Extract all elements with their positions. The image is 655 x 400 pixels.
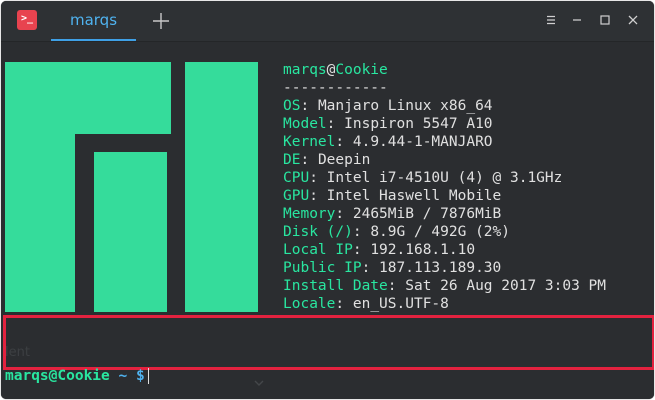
info-value: en_US.UTF-8 — [352, 296, 449, 312]
info-key: DE — [283, 152, 301, 168]
maximize-icon[interactable] — [597, 12, 613, 28]
info-row-cpu: CPU: Intel i7-4510U (4) @ 3.1GHz — [283, 170, 563, 186]
info-key: Local IP — [283, 242, 353, 258]
user-host-line: marqs@Cookie — [283, 61, 653, 79]
terminal-window: >_ marqs marqs@Cookie ------------ OS: M… — [1, 1, 654, 399]
info-key: Locale — [283, 296, 336, 312]
info-row-de: DE: Deepin — [283, 152, 371, 168]
info-value: Intel Haswell Mobile — [326, 188, 502, 204]
active-tab-indicator — [51, 39, 136, 41]
info-key: Disk (/) — [283, 224, 353, 240]
info-row-disk: Disk (/): 8.9G / 492G (2%) — [283, 224, 510, 240]
info-value: 187.113.189.30 — [379, 260, 502, 276]
info-row-public-ip: Public IP: 187.113.189.30 — [283, 260, 502, 276]
separator-line: ------------ — [283, 80, 388, 96]
info-value: Intel i7-4510U (4) @ 3.1GHz — [326, 170, 563, 186]
plus-icon[interactable] — [150, 10, 172, 32]
info-key: CPU — [283, 170, 310, 186]
prompt-user-host: marqs@Cookie — [5, 368, 110, 384]
info-key: Public IP — [283, 260, 362, 276]
info-row-memory: Memory: 2465MiB / 7876MiB — [283, 206, 502, 222]
info-row-model: Model: Inspiron 5547 A10 — [283, 116, 493, 132]
info-key: Install Date — [283, 278, 388, 294]
highlight-box — [3, 315, 654, 370]
tab-marqs[interactable]: marqs — [51, 1, 136, 41]
prompt-symbol: $ — [135, 368, 145, 384]
info-key: Memory — [283, 206, 336, 222]
manjaro-logo — [5, 62, 258, 312]
info-row-local-ip: Local IP: 192.168.1.10 — [283, 242, 476, 258]
minimize-icon[interactable] — [569, 12, 585, 28]
info-value: 4.9.44-1-MANJARO — [352, 134, 493, 150]
info-key: Kernel — [283, 134, 336, 150]
username: marqs — [283, 62, 327, 78]
tab-label: marqs — [69, 11, 118, 29]
info-key: Model — [283, 116, 327, 132]
info-row-install-date: Install Date: Sat 26 Aug 2017 3:03 PM — [283, 278, 607, 294]
info-key: GPU — [283, 188, 310, 204]
terminal-body[interactable]: marqs@Cookie ------------ OS: Manjaro Li… — [1, 42, 654, 399]
info-value: 192.168.1.10 — [370, 242, 476, 258]
system-info-panel: marqs@Cookie ------------ OS: Manjaro Li… — [283, 61, 653, 313]
info-value: Sat 26 Aug 2017 3:03 PM — [405, 278, 607, 294]
chevron-down-icon[interactable] — [254, 379, 264, 387]
info-value: Deepin — [317, 152, 371, 168]
info-row-os: OS: Manjaro Linux x86_64 — [283, 98, 493, 114]
prompt-path: ~ — [118, 368, 128, 384]
info-value: 2465MiB / 7876MiB — [352, 206, 502, 222]
info-value: 8.9G / 492G (2%) — [370, 224, 510, 240]
info-row-kernel: Kernel: 4.9.44-1-MANJARO — [283, 134, 493, 150]
close-icon[interactable] — [625, 12, 641, 28]
info-row-locale: Locale: en_US.UTF-8 — [283, 296, 449, 312]
info-key: OS — [283, 98, 301, 114]
hamburger-menu-icon[interactable] — [543, 12, 559, 28]
text-cursor — [147, 368, 149, 384]
terminal-app-icon: >_ — [17, 10, 37, 30]
info-value: Manjaro Linux x86_64 — [317, 98, 493, 114]
info-row-gpu: GPU: Intel Haswell Mobile — [283, 188, 502, 204]
hostname: Cookie — [335, 62, 388, 78]
titlebar: >_ marqs — [1, 1, 654, 42]
shell-prompt[interactable]: marqs@Cookie ~ $ — [5, 366, 149, 386]
info-value: Inspiron 5547 A10 — [344, 116, 493, 132]
